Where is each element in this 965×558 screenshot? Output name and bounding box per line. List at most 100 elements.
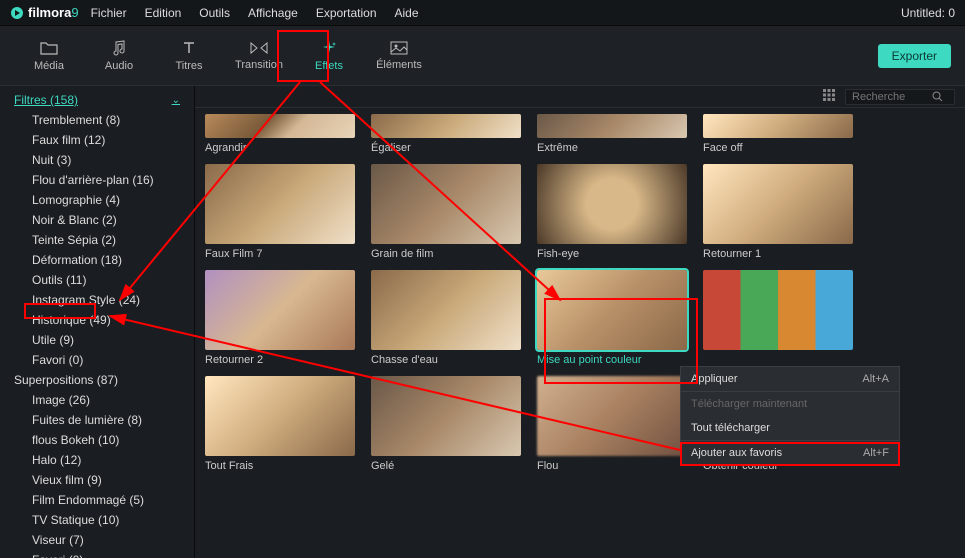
sidebar-item-fuites[interactable]: Fuites de lumière (8)	[0, 410, 194, 430]
menu-items: Fichier Edition Outils Affichage Exporta…	[91, 6, 419, 20]
sidebar-header-filters-label: Filtres (158)	[14, 93, 78, 107]
effect-label: Faux Film 7	[205, 248, 355, 260]
sidebar-item-bokeh[interactable]: flous Bokeh (10)	[0, 430, 194, 450]
menu-view[interactable]: Affichage	[248, 6, 298, 20]
effect-extreme[interactable]: Extrême	[537, 114, 687, 154]
sidebar-item-image[interactable]: Image (26)	[0, 390, 194, 410]
sidebar-item-lomo[interactable]: Lomographie (4)	[0, 190, 194, 210]
music-icon	[111, 40, 127, 56]
sidebar-item-historique[interactable]: Historique (49)	[0, 310, 194, 330]
app-logo: filmora9	[10, 5, 79, 20]
effect-toutfrais[interactable]: Tout Frais	[205, 376, 355, 472]
effect-label: Agrandir	[205, 142, 355, 154]
sidebar-item-vieuxfilm[interactable]: Vieux film (9)	[0, 470, 194, 490]
tab-titles[interactable]: Titres	[154, 31, 224, 81]
effect-retourner1[interactable]: Retourner 1	[703, 164, 853, 260]
sidebar-item-endommage[interactable]: Film Endommagé (5)	[0, 490, 194, 510]
sidebar-item-nb[interactable]: Noir & Blanc (2)	[0, 210, 194, 230]
ctx-download-all[interactable]: Tout télécharger	[681, 416, 899, 440]
effect-label: Extrême	[537, 142, 687, 154]
sidebar-header-superpositions[interactable]: Superpositions (87)	[0, 370, 194, 390]
effect-egaliser[interactable]: Égaliser	[371, 114, 521, 154]
sidebar: Filtres (158) ⌄ Tremblement (8) Faux fil…	[0, 86, 195, 558]
search-icon	[932, 91, 943, 102]
tab-audio[interactable]: Audio	[84, 31, 154, 81]
ctx-add-favorite[interactable]: Ajouter aux favoris Alt+F	[681, 441, 899, 465]
effect-label: Chasse d'eau	[371, 354, 521, 366]
search-input[interactable]	[852, 91, 932, 103]
effect-colorbars[interactable]	[703, 270, 853, 366]
effect-agrandir[interactable]: Agrandir	[205, 114, 355, 154]
sidebar-item-nuit[interactable]: Nuit (3)	[0, 150, 194, 170]
effect-miseaupoint[interactable]: Mise au point couleur	[537, 270, 687, 366]
ctx-apply-shortcut: Alt+A	[862, 373, 889, 385]
effect-gele[interactable]: Gelé	[371, 376, 521, 472]
sidebar-header-filters[interactable]: Filtres (158) ⌄	[0, 90, 194, 110]
tab-effects-label: Effets	[315, 60, 343, 72]
sidebar-item-utile[interactable]: Utile (9)	[0, 330, 194, 350]
app-version: 9	[71, 5, 78, 20]
effect-label: Flou	[537, 460, 687, 472]
ctx-fav-label: Ajouter aux favoris	[691, 447, 782, 459]
chevron-down-icon: ⌄	[172, 95, 180, 106]
sidebar-item-deform[interactable]: Déformation (18)	[0, 250, 194, 270]
sidebar-item-tvstatique[interactable]: TV Statique (10)	[0, 510, 194, 530]
effect-retourner2[interactable]: Retourner 2	[205, 270, 355, 366]
main-panel: Agrandir Égaliser Extrême Face off Faux …	[195, 86, 965, 558]
sidebar-item-viseur[interactable]: Viseur (7)	[0, 530, 194, 550]
search-box[interactable]	[845, 89, 955, 105]
export-button[interactable]: Exporter	[878, 44, 951, 68]
ctx-apply-label: Appliquer	[691, 373, 737, 385]
tab-elements-label: Éléments	[376, 59, 422, 71]
grid-view-icon[interactable]	[823, 89, 835, 104]
tab-effects[interactable]: Effets	[294, 31, 364, 81]
effect-label: Retourner 1	[703, 248, 853, 260]
sidebar-item-flou[interactable]: Flou d'arrière-plan (16)	[0, 170, 194, 190]
main-header	[195, 86, 965, 108]
tab-transition[interactable]: Transition	[224, 31, 294, 81]
effect-label: Gelé	[371, 460, 521, 472]
text-icon	[181, 40, 197, 56]
transition-icon	[249, 41, 269, 55]
ctx-apply[interactable]: Appliquer Alt+A	[681, 367, 899, 391]
sidebar-item-sepia[interactable]: Teinte Sépia (2)	[0, 230, 194, 250]
effect-flou[interactable]: Flou	[537, 376, 687, 472]
menu-file[interactable]: Fichier	[91, 6, 127, 20]
ctx-download-all-label: Tout télécharger	[691, 422, 770, 434]
sidebar-item-fauxfilm[interactable]: Faux film (12)	[0, 130, 194, 150]
ctx-fav-shortcut: Alt+F	[863, 447, 889, 459]
sidebar-item-tremblement[interactable]: Tremblement (8)	[0, 110, 194, 130]
tab-media[interactable]: Média	[14, 31, 84, 81]
image-icon	[390, 41, 408, 55]
sidebar-item-favori[interactable]: Favori (0)	[0, 350, 194, 370]
effect-label: Mise au point couleur	[537, 354, 687, 366]
effect-label: Grain de film	[371, 248, 521, 260]
effect-graindefilm[interactable]: Grain de film	[371, 164, 521, 260]
effect-label: Retourner 2	[205, 354, 355, 366]
tab-elements[interactable]: Éléments	[364, 31, 434, 81]
effect-fauxfilm7[interactable]: Faux Film 7	[205, 164, 355, 260]
effect-chassedeau[interactable]: Chasse d'eau	[371, 270, 521, 366]
menu-edit[interactable]: Edition	[145, 6, 182, 20]
sidebar-item-favori2[interactable]: Favori (0)	[0, 550, 194, 558]
menu-tools[interactable]: Outils	[199, 6, 230, 20]
effect-faceoff[interactable]: Face off	[703, 114, 853, 154]
tab-transition-label: Transition	[235, 59, 283, 71]
tab-audio-label: Audio	[105, 60, 133, 72]
menu-help[interactable]: Aide	[395, 6, 419, 20]
app-name: filmora	[28, 5, 71, 20]
menu-bar: filmora9 Fichier Edition Outils Affichag…	[0, 0, 965, 26]
menu-export[interactable]: Exportation	[316, 6, 377, 20]
folder-icon	[40, 40, 58, 56]
sparkle-icon	[321, 40, 337, 56]
tab-titles-label: Titres	[175, 60, 202, 72]
effect-label: Égaliser	[371, 142, 521, 154]
context-menu: Appliquer Alt+A Télécharger maintenant T…	[680, 366, 900, 466]
effect-label: Fish-eye	[537, 248, 687, 260]
effect-fisheye[interactable]: Fish-eye	[537, 164, 687, 260]
ctx-download-label: Télécharger maintenant	[691, 398, 807, 410]
sidebar-item-outils[interactable]: Outils (11)	[0, 270, 194, 290]
sidebar-item-instagram[interactable]: Instagram Style (24)	[0, 290, 194, 310]
effect-label: Face off	[703, 142, 853, 154]
sidebar-item-halo[interactable]: Halo (12)	[0, 450, 194, 470]
